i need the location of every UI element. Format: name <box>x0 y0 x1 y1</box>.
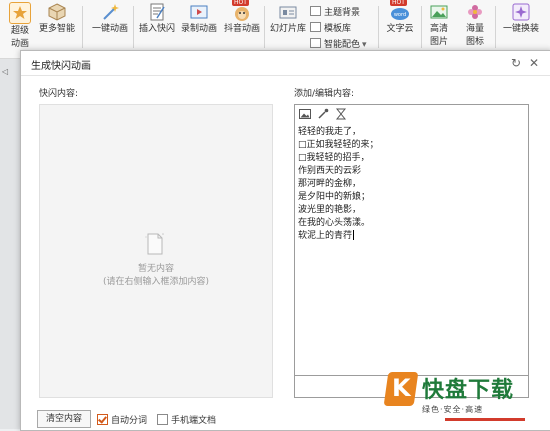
editor-toolbar <box>295 105 528 123</box>
content-editor[interactable]: 轻轻的我走了， □正如我轻轻的来； □我轻轻的招手， 作别西天的云彩 那河畔的金… <box>294 104 529 398</box>
document-icon <box>147 2 167 22</box>
image-icon <box>429 2 449 22</box>
word-cloud-button[interactable]: word HOT 文字云 <box>380 0 420 35</box>
close-icon[interactable]: ✕ <box>529 56 539 70</box>
edit-content-label: 添加/编辑内容: <box>294 89 355 99</box>
empty-document-icon <box>145 233 164 255</box>
magic-wand-icon <box>100 2 120 22</box>
text-line: □我轻轻的招手， <box>298 153 370 163</box>
ribbon-divider <box>133 6 134 48</box>
palette-icon <box>310 38 321 48</box>
svg-text:word: word <box>394 12 406 18</box>
empty-title: 暂无内容 <box>137 264 174 274</box>
mobile-doc-checkbox[interactable]: 手机端文档 <box>157 413 216 426</box>
template-icon <box>310 22 321 32</box>
editor-text[interactable]: 轻轻的我走了， □正如我轻轻的来； □我轻轻的招手， 作别西天的云彩 那河畔的金… <box>298 126 523 243</box>
color-picker-icon[interactable] <box>317 108 329 120</box>
flash-content-label: 快闪内容: <box>39 89 79 99</box>
auto-split-checkbox[interactable]: 自动分词 <box>97 413 147 426</box>
hd-image-button[interactable]: 高清 图片 <box>421 2 457 48</box>
douyin-animation-button[interactable]: HOT 抖音动画 <box>220 0 264 35</box>
smart-color-button[interactable]: 智能配色 ▾ <box>310 37 367 50</box>
insert-flash-button[interactable]: 插入快闪 <box>135 2 179 35</box>
text-line: 作别西天的云彩 <box>298 166 362 176</box>
text-caret <box>353 230 355 240</box>
one-click-dress-button[interactable]: 一键换装 <box>497 2 545 35</box>
monkey-icon: HOT <box>232 0 252 22</box>
checkbox-checked-icon <box>97 414 108 425</box>
record-animation-button[interactable]: 录制动画 <box>177 2 221 35</box>
theme-icon <box>310 6 321 16</box>
text-line: □正如我轻轻的来； <box>298 140 379 150</box>
ribbon-divider <box>82 6 83 48</box>
ribbon-divider <box>495 6 496 48</box>
clear-content-button[interactable]: 清空内容 <box>37 410 91 428</box>
slide-library-button[interactable]: 幻灯片库 <box>266 2 310 35</box>
watermark-slogan: 绿色·安全·高速 <box>422 405 484 414</box>
super-animation-button[interactable]: 超级 动画 <box>0 2 40 50</box>
word-cloud-icon: word HOT <box>390 0 410 22</box>
text-line: 轻轻的我走了， <box>298 127 362 137</box>
empty-hint: (请在右侧输入框添加内容) <box>102 277 210 287</box>
text-line: 波光里的艳影， <box>298 205 362 215</box>
star-icon <box>9 2 31 24</box>
text-line: 是夕阳中的新娘； <box>298 192 371 202</box>
flower-icon <box>465 2 485 22</box>
hourglass-icon[interactable] <box>335 108 347 120</box>
hot-badge: HOT <box>232 0 249 6</box>
more-smart-button[interactable]: 更多智能 <box>37 2 77 35</box>
ribbon-divider <box>264 6 265 48</box>
collapse-icon[interactable]: ◁ <box>2 67 8 76</box>
dialog-title: 生成快闪动画 <box>31 61 91 72</box>
watermark-title: 快盘下载 <box>422 378 515 403</box>
video-icon <box>189 2 209 22</box>
text-line: 软泥上的青荇 <box>298 231 353 241</box>
empty-state: 暂无内容 (请在右侧输入框添加内容) <box>40 263 272 289</box>
checkbox-unchecked-icon <box>157 414 168 425</box>
refresh-icon[interactable]: ↻ <box>511 56 521 70</box>
sparkle-icon <box>511 2 531 22</box>
massive-icons-button[interactable]: 海量 图标 <box>457 2 493 48</box>
template-library-button[interactable]: 模板库 <box>310 21 351 34</box>
one-click-animation-button[interactable]: 一键动画 <box>88 2 132 35</box>
text-line: 那河畔的金柳， <box>298 179 362 189</box>
hot-badge: HOT <box>390 0 407 6</box>
dialog-titlebar: 生成快闪动画 ↻ ✕ <box>21 51 550 76</box>
insert-image-icon[interactable] <box>299 108 311 120</box>
watermark-underline <box>445 418 525 421</box>
slides-icon <box>278 2 298 22</box>
chevron-down-icon: ▾ <box>362 40 367 50</box>
flash-preview-panel: 暂无内容 (请在右侧输入框添加内容) <box>39 104 273 398</box>
cube-icon <box>47 2 67 22</box>
ribbon-divider <box>378 6 379 48</box>
site-watermark: K 快盘下载 绿色·安全·高速 <box>380 360 550 429</box>
text-line: 在我的心头荡漾。 <box>298 218 371 228</box>
theme-background-button[interactable]: 主题背景 <box>310 5 360 18</box>
slide-pane-edge: ◁ <box>0 59 20 429</box>
